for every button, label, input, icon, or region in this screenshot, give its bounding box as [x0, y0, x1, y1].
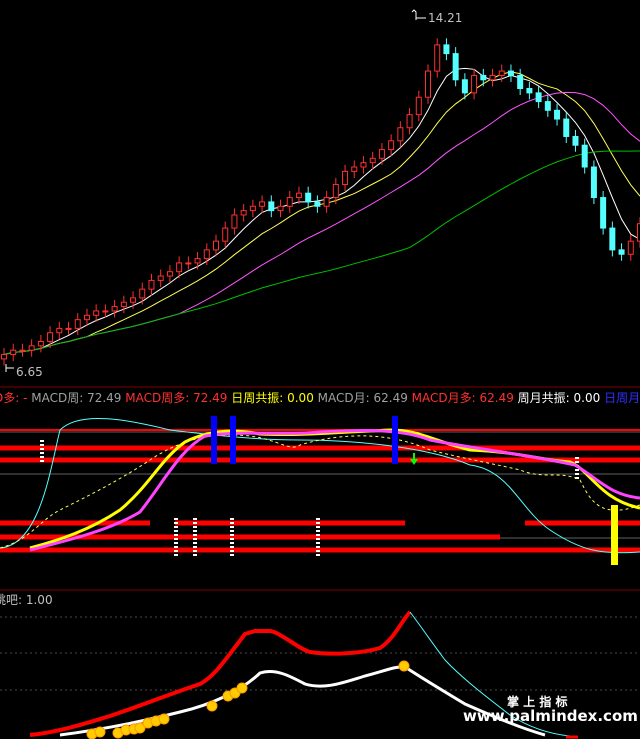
- candle: [425, 64, 431, 104]
- candle: [397, 121, 404, 148]
- coin-marker: [206, 700, 218, 712]
- candle: [222, 221, 229, 248]
- candle: [314, 195, 321, 213]
- candle: [65, 321, 72, 335]
- candle: [139, 282, 146, 305]
- high-marker: 14.21: [411, 9, 462, 25]
- bottom-red-line: [29, 610, 412, 737]
- watermark-bottom: www.palmindex.com: [463, 707, 638, 725]
- candle: [544, 95, 551, 117]
- candle: [28, 339, 35, 357]
- moving-average-lines: [3, 67, 640, 356]
- candle: [231, 208, 238, 235]
- candle: [609, 221, 616, 257]
- candle: [10, 343, 17, 362]
- candle: [434, 38, 441, 78]
- macd-legend-item: 周月共振: 0.00: [514, 391, 600, 405]
- macd-legend-item: MACD月多: 62.49: [408, 391, 514, 405]
- down-arrow-icon: [410, 453, 418, 465]
- macd-legend-item: MACD周多: 72.49: [121, 391, 227, 405]
- blue-resonance-bar-2: [230, 416, 236, 464]
- candlesticks: [1, 38, 640, 366]
- candle: [526, 81, 533, 100]
- candle: [268, 195, 275, 218]
- resonance-bars: [211, 416, 618, 565]
- candle: [554, 103, 561, 126]
- macd-legend-item: D多: -: [0, 391, 27, 405]
- candle: [1, 348, 7, 366]
- blue-resonance-bar-3: [392, 416, 398, 464]
- candle: [342, 164, 349, 191]
- candle: [507, 64, 514, 82]
- low-marker: 6.65: [5, 364, 43, 379]
- candle: [360, 156, 367, 174]
- candle: [480, 68, 487, 87]
- macd-legend-item: 日周月共: [600, 391, 640, 405]
- candle: [388, 134, 395, 157]
- high-price-label: 14.21: [428, 11, 462, 25]
- macd-curves: [0, 418, 640, 554]
- candle: [415, 90, 422, 122]
- candle: [581, 138, 588, 174]
- macd-legend-item: MACD周: 72.49: [27, 391, 121, 405]
- bottom-panel: 跳吧: 1.00 掌 上 指 标 www.palmindex.com: [0, 593, 640, 739]
- candle: [111, 300, 118, 318]
- candle: [489, 68, 496, 87]
- candle: [305, 186, 312, 209]
- candle: [627, 234, 634, 261]
- candle: [563, 112, 570, 144]
- candle: [517, 68, 524, 96]
- candle: [249, 199, 256, 218]
- candle: [471, 68, 478, 100]
- coin-marker: [398, 660, 410, 672]
- blue-resonance-bar-1: [211, 416, 217, 464]
- coin-marker: [236, 682, 248, 694]
- ma-line-10: [3, 71, 640, 356]
- candle: [120, 295, 127, 314]
- candle: [618, 243, 625, 261]
- ma-line-45: [3, 150, 640, 356]
- macd-legend: D多: - MACD周: 72.49 MACD周多: 72.49 日周共振: 0…: [0, 391, 640, 405]
- macd-panel: D多: - MACD周: 72.49 MACD周多: 72.49 日周共振: 0…: [0, 391, 640, 565]
- gold-coin-markers: [86, 660, 410, 739]
- coin-marker: [158, 713, 170, 725]
- bottom-legend: 跳吧: 1.00: [0, 593, 53, 607]
- candle: [240, 204, 247, 222]
- candle: [286, 191, 293, 213]
- macd-legend-item: 日周共振: 0.00: [227, 391, 313, 405]
- macd-legend-item: MACD月: 62.49: [314, 391, 408, 405]
- yellow-resonance-bar: [611, 505, 618, 565]
- candle: [148, 273, 155, 296]
- candle: [37, 334, 44, 353]
- candle: [600, 191, 607, 235]
- candle: [378, 143, 385, 165]
- candle: [185, 256, 192, 270]
- candle: [535, 86, 542, 109]
- candle: [277, 199, 284, 218]
- low-price-label: 6.65: [16, 365, 43, 379]
- candle: [590, 160, 597, 205]
- candle: [259, 195, 266, 213]
- price-panel: 14.21 6.65: [1, 9, 640, 379]
- ma-line-5: [3, 67, 640, 356]
- candle: [351, 160, 358, 178]
- candle: [323, 191, 330, 213]
- candle: [406, 108, 413, 135]
- candle: [102, 304, 109, 318]
- ma-line-20: [3, 91, 640, 356]
- candle: [452, 47, 459, 87]
- candle: [56, 321, 63, 340]
- candle: [369, 151, 376, 170]
- coin-marker: [94, 726, 106, 738]
- stock-chart: 14.21 6.65 D多: - MACD周: 72.49 MACD周多: 72…: [0, 9, 640, 739]
- candle: [443, 38, 450, 61]
- candle: [157, 269, 164, 287]
- candle: [93, 304, 100, 322]
- candle: [166, 265, 173, 283]
- candle: [572, 129, 579, 152]
- candle: [19, 343, 26, 357]
